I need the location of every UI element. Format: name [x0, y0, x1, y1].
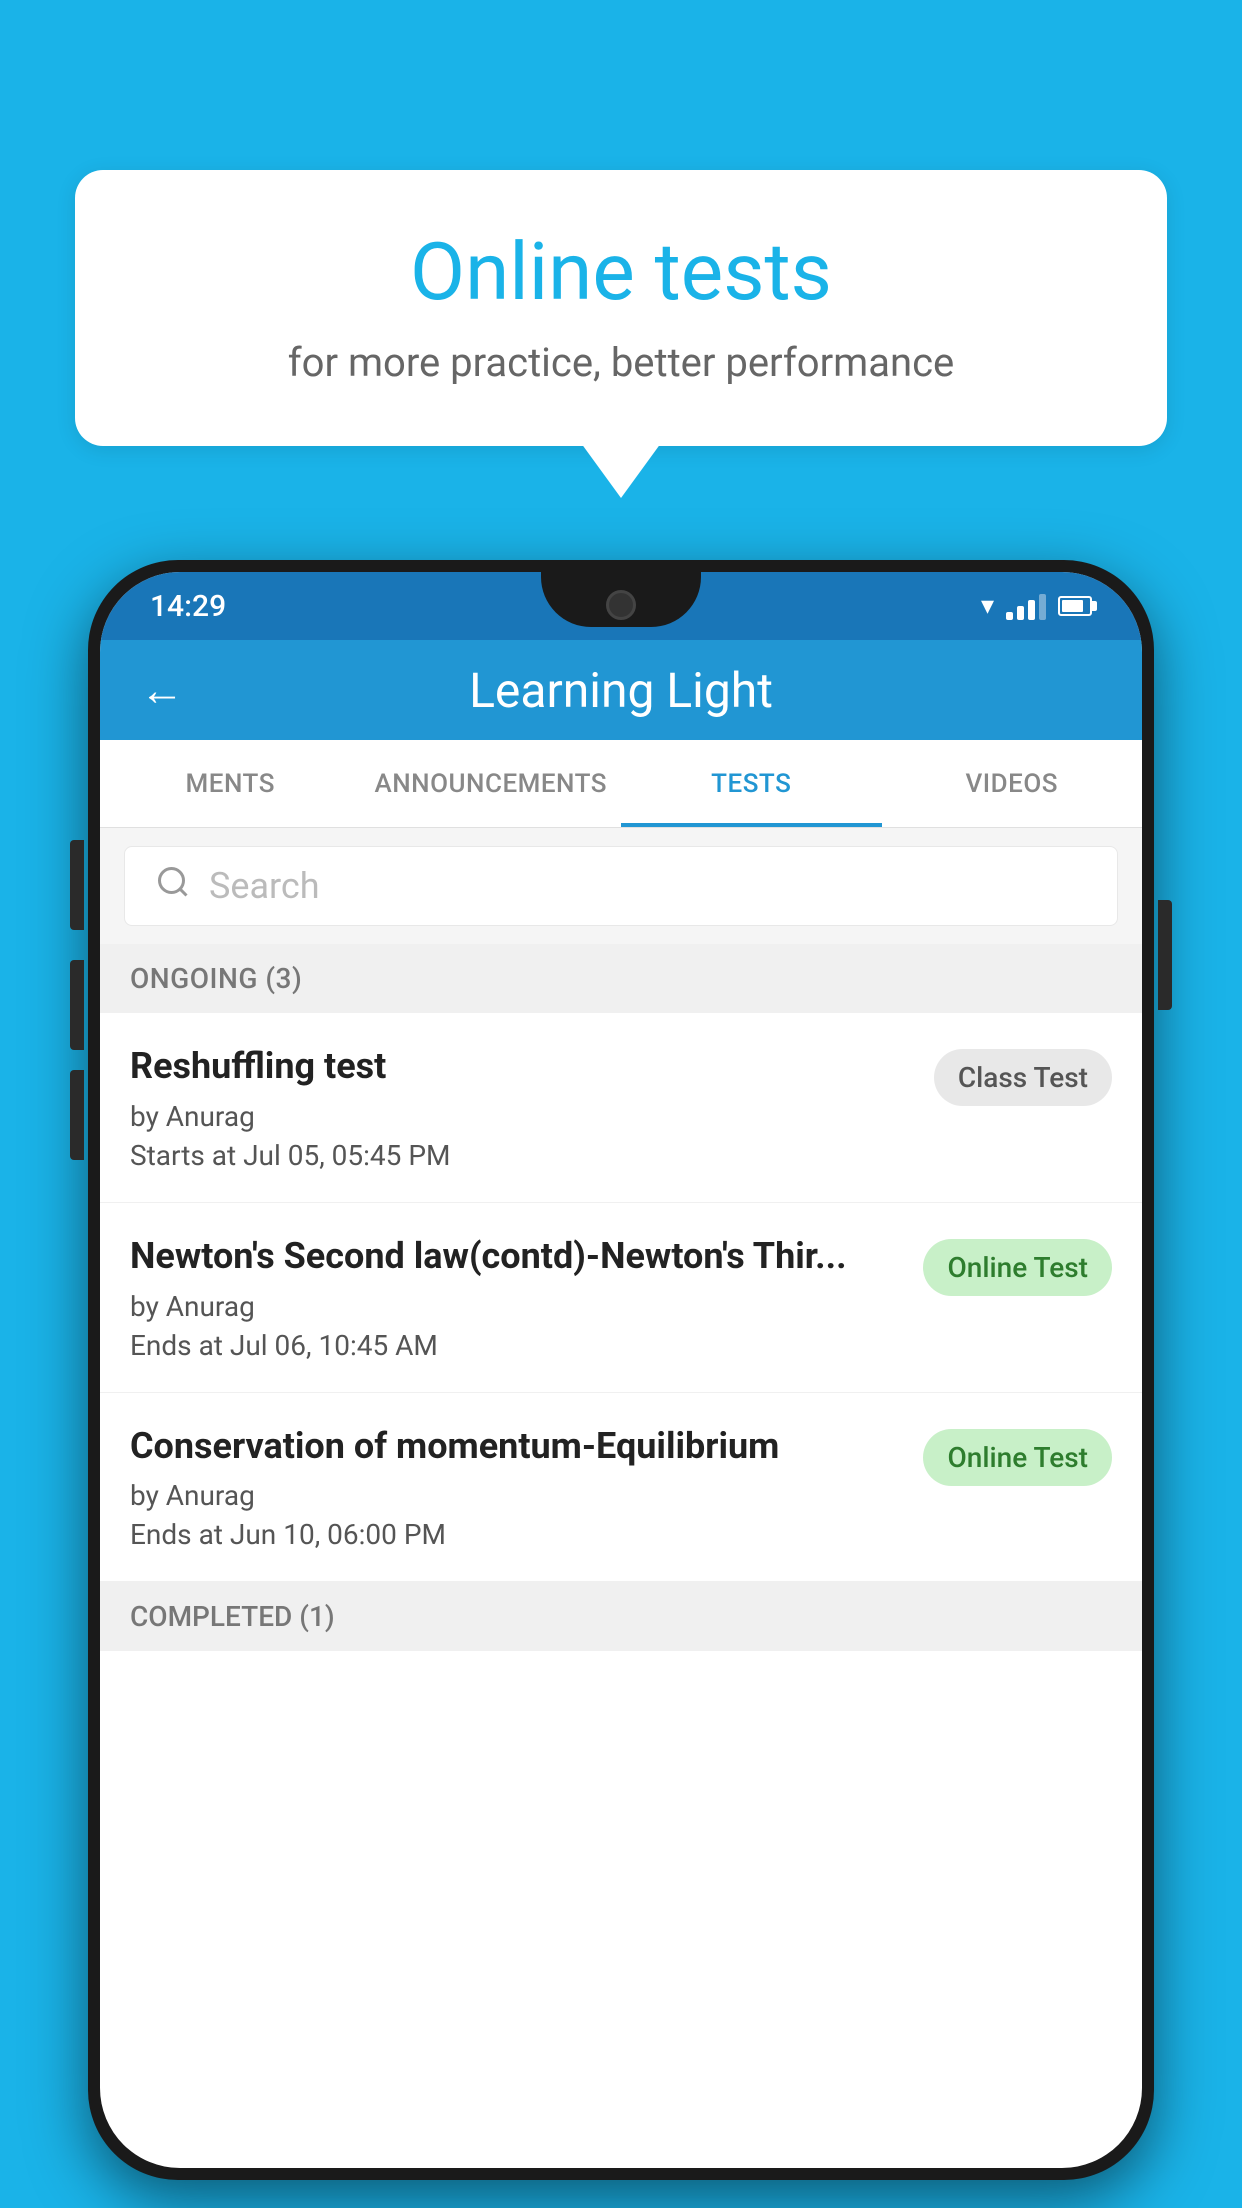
test-info-1: Reshuffling test by Anurag Starts at Jul…: [130, 1043, 914, 1172]
phone-outer: 14:29 ▾: [88, 560, 1154, 2180]
tab-bar: MENTS ANNOUNCEMENTS TESTS VIDEOS: [100, 740, 1142, 828]
test-item-1[interactable]: Reshuffling test by Anurag Starts at Jul…: [100, 1013, 1142, 1203]
notch: [541, 572, 701, 627]
phone-frame: 14:29 ▾: [88, 560, 1154, 2208]
speech-bubble: Online tests for more practice, better p…: [75, 170, 1167, 446]
tab-tests[interactable]: TESTS: [621, 740, 882, 827]
status-time: 14:29: [150, 589, 226, 624]
test-info-2: Newton's Second law(contd)-Newton's Thir…: [130, 1233, 903, 1362]
completed-label: COMPLETED (1): [130, 1600, 335, 1633]
test-name-1: Reshuffling test: [130, 1043, 914, 1090]
speech-bubble-title: Online tests: [135, 225, 1107, 319]
tab-announcements[interactable]: ANNOUNCEMENTS: [361, 740, 622, 827]
test-time-3: Ends at Jun 10, 06:00 PM: [130, 1518, 903, 1551]
test-badge-3: Online Test: [923, 1429, 1112, 1486]
tab-ments[interactable]: MENTS: [100, 740, 361, 827]
search-bar[interactable]: Search: [124, 846, 1118, 926]
battery-icon: [1058, 596, 1092, 616]
test-time-1: Starts at Jul 05, 05:45 PM: [130, 1139, 914, 1172]
test-name-2: Newton's Second law(contd)-Newton's Thir…: [130, 1233, 903, 1280]
signal-icon: [1006, 592, 1046, 620]
wifi-icon: ▾: [981, 591, 994, 621]
test-author-1: by Anurag: [130, 1100, 914, 1133]
back-button[interactable]: ←: [140, 664, 184, 716]
test-badge-1: Class Test: [934, 1049, 1112, 1106]
tab-videos[interactable]: VIDEOS: [882, 740, 1143, 827]
test-item-3[interactable]: Conservation of momentum-Equilibrium by …: [100, 1393, 1142, 1583]
test-time-2: Ends at Jul 06, 10:45 AM: [130, 1329, 903, 1362]
ongoing-section-header: ONGOING (3): [100, 944, 1142, 1013]
test-author-3: by Anurag: [130, 1479, 903, 1512]
status-icons: ▾: [981, 591, 1092, 621]
speech-bubble-subtitle: for more practice, better performance: [135, 339, 1107, 386]
app-header: ← Learning Light: [100, 640, 1142, 740]
phone-screen: 14:29 ▾: [100, 572, 1142, 2168]
test-name-3: Conservation of momentum-Equilibrium: [130, 1423, 903, 1470]
search-placeholder: Search: [209, 865, 320, 907]
test-badge-2: Online Test: [923, 1239, 1112, 1296]
test-list: Reshuffling test by Anurag Starts at Jul…: [100, 1013, 1142, 1582]
search-container: Search: [100, 828, 1142, 944]
camera: [606, 590, 636, 620]
completed-section-header: COMPLETED (1): [100, 1582, 1142, 1651]
ongoing-label: ONGOING (3): [130, 962, 302, 995]
test-info-3: Conservation of momentum-Equilibrium by …: [130, 1423, 903, 1552]
test-author-2: by Anurag: [130, 1290, 903, 1323]
status-bar: 14:29 ▾: [100, 572, 1142, 640]
search-icon: [155, 864, 191, 909]
test-item-2[interactable]: Newton's Second law(contd)-Newton's Thir…: [100, 1203, 1142, 1393]
app-title: Learning Light: [214, 662, 1102, 719]
